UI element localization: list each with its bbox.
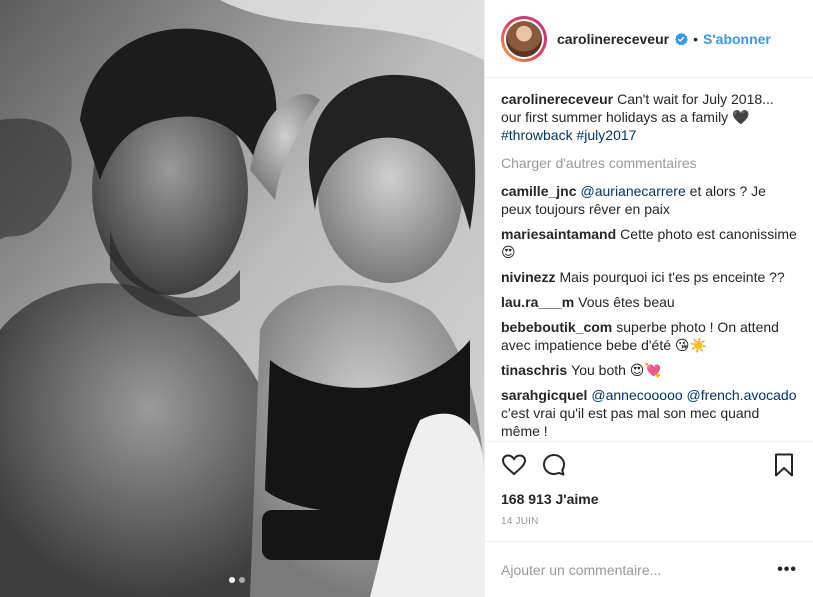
load-more-comments-button[interactable]: Charger d'autres commentaires: [501, 154, 797, 172]
post-date[interactable]: 14 JUIN: [501, 516, 797, 527]
comment-text: Mais pourquoi ici t'es ps enceinte ??: [559, 269, 785, 285]
header-username[interactable]: carolinereceveur: [557, 31, 669, 47]
carousel-dot-1[interactable]: [229, 577, 235, 583]
post-side-panel: carolinereceveur • S'abonner carolinerec…: [484, 0, 813, 597]
verified-badge-icon: [674, 32, 689, 46]
comment-mention[interactable]: @aurianecarrere: [581, 183, 686, 199]
comment-item: lau.ra___m Vous êtes beau: [501, 293, 797, 311]
heart-icon[interactable]: [501, 452, 527, 478]
comment-username[interactable]: mariesaintamand: [501, 226, 616, 242]
comment-item: mariesaintamand Cette photo est canonissi…: [501, 225, 797, 261]
hashtag-link[interactable]: #throwback: [501, 127, 573, 143]
photo-illustration: [0, 0, 484, 597]
add-comment-bar: •••: [485, 541, 813, 597]
comment-item: camille_jnc @aurianecarrere et alors ? Je…: [501, 182, 797, 218]
comment-text: c'est vrai qu'il est pas mal son mec qua…: [501, 405, 760, 439]
instagram-post: carolinereceveur • S'abonner carolinerec…: [0, 0, 813, 597]
likes-count[interactable]: 168 913 J'aime: [501, 490, 797, 508]
comment-username[interactable]: sarahgicquel: [501, 387, 587, 403]
comment-username[interactable]: nivinezz: [501, 269, 555, 285]
post-header: carolinereceveur • S'abonner: [485, 0, 813, 78]
comment-username[interactable]: lau.ra___m: [501, 294, 574, 310]
caption-username[interactable]: carolinereceveur: [501, 91, 613, 107]
comment-username[interactable]: tinaschris: [501, 362, 567, 378]
comment-item: tinaschris You both 😍💘: [501, 361, 797, 379]
avatar-story-ring[interactable]: [501, 15, 547, 62]
post-photo[interactable]: [0, 0, 484, 597]
post-actions: 168 913 J'aime 14 JUIN: [485, 441, 813, 541]
add-comment-input[interactable]: [501, 561, 751, 578]
comment-username[interactable]: bebeboutik_com: [501, 319, 612, 335]
comment-item: nivinezz Mais pourquoi ici t'es ps encein…: [501, 268, 797, 286]
more-icon[interactable]: •••: [777, 561, 797, 579]
header-separator: •: [693, 30, 698, 47]
comment-text: Vous êtes beau: [578, 294, 675, 310]
action-icons-row: [501, 442, 797, 488]
post-caption: carolinereceveur Can't wait for July 2018…: [501, 90, 797, 144]
comments-section: carolinereceveur Can't wait for July 2018…: [485, 78, 813, 441]
comment-item: bebeboutik_com superbe photo ! On attend …: [501, 318, 797, 354]
comment-icon[interactable]: [541, 452, 567, 478]
comment-text: You both 😍💘: [571, 362, 662, 378]
comment-item: sarahgicquel @annecooooo @french.avocado …: [501, 386, 797, 440]
carousel-indicator: [229, 577, 245, 583]
carousel-dot-2[interactable]: [239, 577, 245, 583]
bookmark-icon[interactable]: [771, 452, 797, 478]
avatar[interactable]: [504, 18, 544, 59]
comment-username[interactable]: camille_jnc: [501, 183, 577, 199]
follow-button[interactable]: S'abonner: [703, 31, 771, 47]
comment-mention[interactable]: @annecooooo @french.avocado: [591, 387, 796, 403]
hashtag-link[interactable]: #july2017: [576, 127, 636, 143]
